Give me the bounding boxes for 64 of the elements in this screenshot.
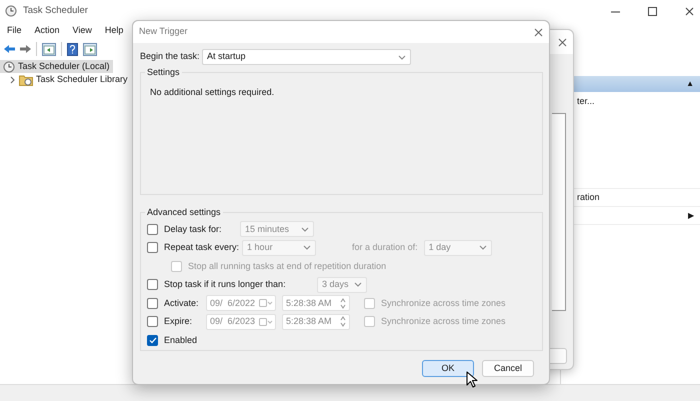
forward-arrow-icon[interactable]	[20, 44, 31, 54]
dialog-title: New Trigger	[139, 25, 188, 38]
spinner-icon[interactable]	[340, 298, 346, 309]
cursor-icon	[466, 371, 478, 388]
close-icon[interactable]	[534, 28, 543, 36]
field-label: Begin the task:	[140, 50, 201, 64]
clock-icon	[3, 60, 15, 72]
menu-item[interactable]: File	[0, 24, 28, 38]
checkbox-label: Activate:	[164, 296, 200, 310]
help-icon[interactable]	[67, 42, 78, 56]
caret-icon	[303, 244, 312, 252]
field-label: for a duration of:	[352, 241, 418, 254]
caret-icon	[301, 226, 309, 233]
group-title: Settings	[145, 67, 182, 78]
dialog-button[interactable]: Cancel	[482, 360, 534, 377]
close-icon[interactable]	[558, 38, 567, 46]
checkbox[interactable]	[147, 298, 158, 309]
checkbox-label: Stop all running tasks at end of repetition duration	[188, 260, 386, 273]
close-icon[interactable]	[685, 6, 694, 16]
window-title: Task Scheduler	[23, 4, 88, 18]
group-title: Advanced settings	[145, 207, 223, 218]
checkbox-label: Synchronize across time zones	[381, 296, 506, 310]
submenu-arrow[interactable]: ▶	[688, 210, 694, 222]
caret-icon	[354, 281, 362, 288]
collapse-glyph[interactable]: ▲	[686, 78, 694, 90]
calendar-icon	[259, 318, 274, 326]
date-field[interactable]: 09/ 6/2022	[206, 295, 276, 312]
checkbox[interactable]	[147, 279, 158, 290]
dialog-button[interactable]: OK	[422, 360, 474, 377]
calendar-icon	[259, 299, 274, 308]
checkbox-label: Stop task if it runs longer than:	[164, 278, 287, 291]
checkbox[interactable]	[147, 242, 158, 254]
checkbox[interactable]	[147, 334, 158, 346]
folder-icon	[19, 73, 33, 86]
tree-label: Task Scheduler Library	[36, 72, 128, 86]
checkbox[interactable]	[147, 224, 158, 235]
maximize-icon[interactable]	[648, 6, 657, 16]
pane-icon[interactable]	[42, 42, 56, 56]
checkbox[interactable]	[147, 316, 158, 328]
checkbox-label: Enabled	[164, 334, 198, 346]
checkbox-label: Synchronize across time zones	[381, 315, 506, 328]
caret-icon	[478, 244, 487, 252]
checkbox-label: Expire:	[164, 315, 194, 328]
time-field[interactable]: 5:28:38 AM	[282, 295, 350, 312]
menu-item[interactable]: Help	[98, 24, 130, 38]
clock-icon	[5, 5, 17, 17]
checkbox-label: Delay task for:	[164, 222, 223, 236]
caret-icon	[398, 54, 406, 60]
pane-entry[interactable]: ration	[577, 190, 600, 204]
dropdown[interactable]: At startup	[202, 49, 411, 65]
tree-label: Task Scheduler (Local)	[18, 60, 110, 73]
pane-entry[interactable]: ter...	[577, 95, 595, 108]
menu-item[interactable]: View	[66, 24, 98, 38]
message-text: No additional settings required.	[149, 86, 276, 99]
tree-item[interactable]: Task Scheduler (Local)	[0, 60, 113, 73]
checkbox-label: Repeat task every:	[164, 241, 240, 254]
spinner-icon[interactable]	[340, 316, 346, 328]
back-arrow-icon[interactable]	[4, 44, 15, 54]
chevron-icon[interactable]	[8, 76, 16, 84]
pane-icon[interactable]	[83, 42, 97, 56]
tree-item[interactable]: Task Scheduler Library	[5, 73, 131, 86]
time-field[interactable]: 5:28:38 AM	[282, 314, 350, 330]
date-field[interactable]: 09/ 6/2023	[206, 314, 276, 330]
menu-item[interactable]: Action	[28, 24, 66, 38]
